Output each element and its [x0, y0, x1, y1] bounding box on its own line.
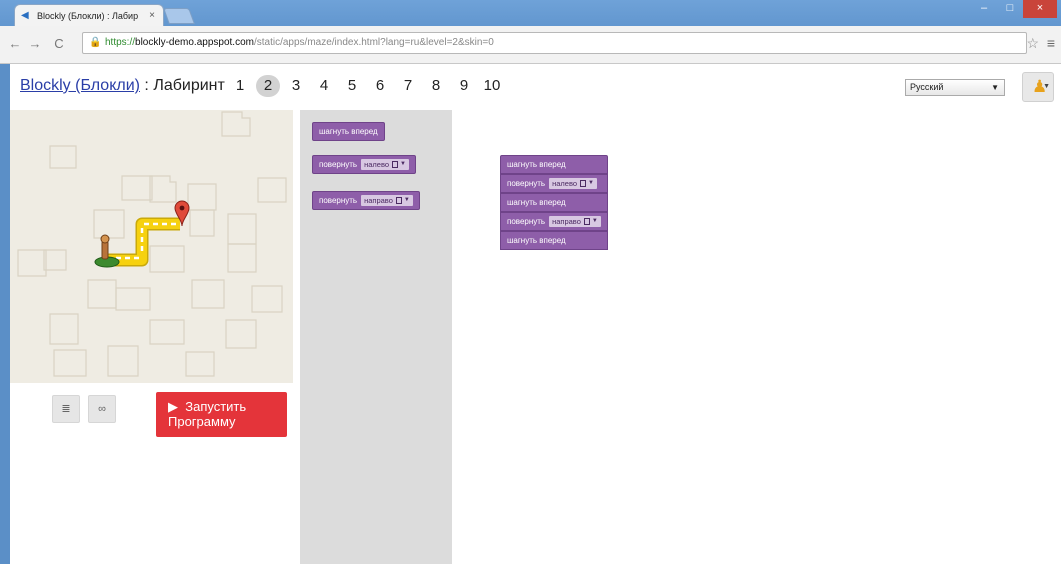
new-tab-button[interactable]: [163, 8, 195, 24]
app-name: Лабиринт: [153, 77, 225, 94]
language-value: Русский: [910, 82, 944, 92]
level-selector: 1 2 3 4 5 6 7 8 9 10: [226, 75, 506, 97]
browser-tab[interactable]: ◀ Blockly (Блокли) : Лабир ×: [14, 4, 164, 26]
close-window-button[interactable]: ×: [1023, 0, 1057, 18]
direction-dropdown[interactable]: налево ▼: [549, 178, 597, 189]
window-controls: – □ ×: [971, 0, 1057, 18]
block-label: повернуть: [507, 217, 546, 226]
dropdown-value: направо: [364, 196, 393, 205]
dropdown-arrow-icon: ▼: [991, 83, 999, 92]
url-scheme: https://: [105, 37, 136, 48]
workspace-block-turn-left[interactable]: повернуть налево ▼: [500, 174, 608, 193]
level-2-button[interactable]: 2: [256, 75, 280, 97]
direction-dropdown[interactable]: направо ▼: [361, 195, 413, 206]
tab-close-icon[interactable]: ×: [147, 10, 157, 21]
link-icon[interactable]: ∞: [88, 395, 116, 423]
maze-svg: [17, 111, 287, 377]
maze-walls: [17, 111, 287, 377]
turn-left-icon: [580, 180, 587, 187]
address-bar[interactable]: 🔒 https://blockly-demo.appspot.com/static…: [82, 32, 1027, 54]
level-4-button[interactable]: 4: [310, 75, 338, 97]
menu-icon[interactable]: ≡: [1047, 35, 1055, 51]
level-1-button[interactable]: 1: [226, 75, 254, 97]
block-label: повернуть: [319, 196, 358, 205]
level-3-button[interactable]: 3: [282, 75, 310, 97]
dropdown-arrow-icon: ▼: [588, 180, 594, 186]
turn-left-icon: [392, 161, 399, 168]
star-icon[interactable]: ☆: [1026, 35, 1039, 52]
maze-view: [10, 110, 293, 383]
toolbox-block-turn-right[interactable]: повернуть направо ▼: [312, 191, 420, 210]
url-path: /static/apps/maze/index.html?lang=ru&lev…: [253, 37, 494, 48]
app-header: Blockly (Блокли) : Лабиринт 1 2 3 4 5 6 7 8 9 10 …: [10, 64, 1061, 110]
dropdown-arrow-icon: ▼: [591, 218, 598, 224]
block-workspace[interactable]: шагнуть вперед повернуть налево ▼ шагнуть…: [452, 110, 1061, 564]
controls-panel: ≣ ∞ ▶ Запустить Программу: [10, 383, 300, 564]
level-8-button[interactable]: 8: [422, 75, 450, 97]
play-icon: ▶: [168, 399, 178, 414]
pegman-button[interactable]: ♟ ▼: [1022, 72, 1054, 102]
dropdown-value: направо: [552, 217, 581, 226]
forward-icon[interactable]: →: [28, 36, 42, 52]
browser-toolbar: ← → C 🔒 https://blockly-demo.appspot.com/…: [0, 26, 1061, 64]
workspace-block-move-forward[interactable]: шагнуть вперед: [500, 155, 608, 174]
turn-right-icon: [583, 218, 590, 225]
code-icon[interactable]: ≣: [52, 395, 80, 423]
dropdown-arrow-icon: ▼: [403, 197, 410, 203]
toolbox-block-turn-left[interactable]: повернуть налево ▼: [312, 155, 416, 174]
toolbox-block-move-forward[interactable]: шагнуть вперед: [312, 122, 385, 141]
direction-dropdown[interactable]: налево ▼: [361, 159, 409, 170]
browser-chrome: ◀ Blockly (Блокли) : Лабир × – □ × ← → C…: [0, 0, 1061, 64]
dropdown-value: налево: [364, 160, 390, 169]
workspace-block-move-forward[interactable]: шагнуть вперед: [500, 231, 608, 250]
block-label: шагнуть вперед: [319, 127, 378, 136]
level-9-button[interactable]: 9: [450, 75, 478, 97]
block-toolbox: шагнуть вперед повернуть налево ▼ поверну…: [300, 110, 452, 564]
blockly-home-link[interactable]: Blockly (Блокли): [20, 77, 140, 94]
direction-dropdown[interactable]: направо ▼: [549, 216, 601, 227]
back-icon[interactable]: ←: [8, 36, 22, 52]
block-label: повернуть: [319, 160, 358, 169]
tab-title: Blockly (Блокли) : Лабир: [37, 10, 139, 21]
language-select[interactable]: Русский ▼: [905, 79, 1005, 96]
level-6-button[interactable]: 6: [366, 75, 394, 97]
pegman-character-icon: [94, 234, 120, 268]
block-label: шагнуть вперед: [507, 236, 566, 245]
blockly-favicon-icon: ◀: [21, 9, 29, 21]
run-program-button[interactable]: ▶ Запустить Программу: [156, 392, 287, 437]
level-5-button[interactable]: 5: [338, 75, 366, 97]
dropdown-value: налево: [552, 179, 578, 188]
workspace-block-move-forward[interactable]: шагнуть вперед: [500, 193, 608, 212]
level-10-button[interactable]: 10: [478, 75, 506, 97]
dropdown-arrow-icon: ▼: [400, 161, 406, 167]
block-label: шагнуть вперед: [507, 198, 566, 207]
lock-icon: 🔒: [89, 37, 102, 48]
tab-strip: ◀ Blockly (Блокли) : Лабир × – □ ×: [0, 0, 1061, 26]
pegman-dropdown-icon: ▼: [1043, 83, 1050, 90]
reload-icon[interactable]: C: [52, 36, 66, 52]
url-host: blockly-demo.appspot.com: [135, 37, 254, 48]
page: Blockly (Блокли) : Лабиринт 1 2 3 4 5 6 7 8 9 10 …: [10, 64, 1061, 564]
workspace-block-turn-right[interactable]: повернуть направо ▼: [500, 212, 608, 231]
program-stack[interactable]: шагнуть вперед повернуть налево ▼ шагнуть…: [500, 155, 608, 250]
run-label: Запустить Программу: [168, 399, 247, 429]
block-label: шагнуть вперед: [507, 160, 566, 169]
maximize-button[interactable]: □: [997, 0, 1023, 18]
title-separator: :: [139, 77, 154, 94]
minimize-button[interactable]: –: [971, 0, 997, 18]
turn-right-icon: [395, 197, 402, 204]
level-7-button[interactable]: 7: [394, 75, 422, 97]
block-label: повернуть: [507, 179, 546, 188]
page-title: Blockly (Блокли) : Лабиринт: [20, 77, 225, 95]
